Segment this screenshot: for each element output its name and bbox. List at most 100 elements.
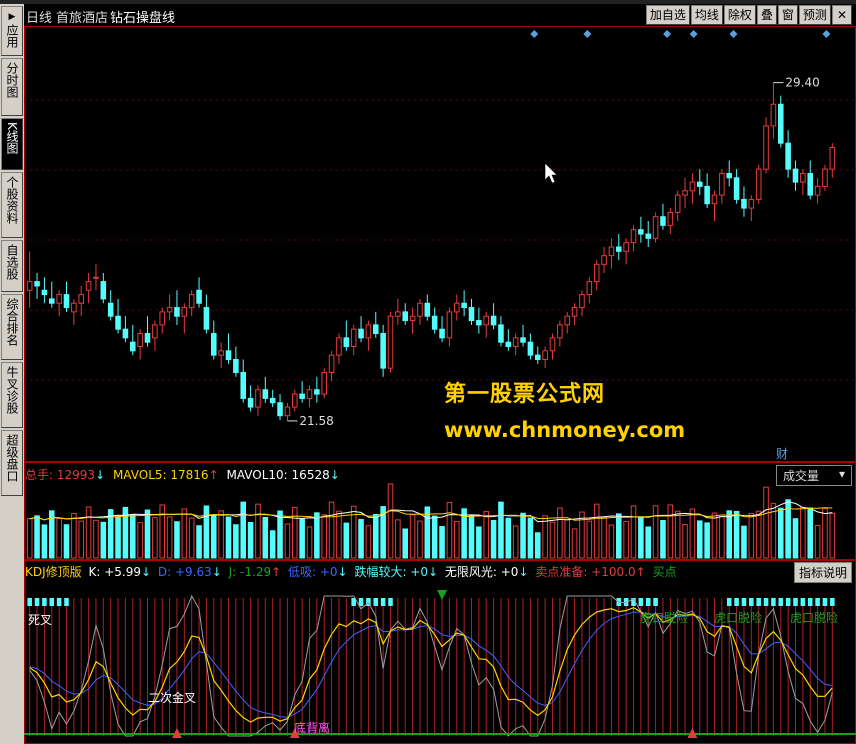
candle-body [100, 281, 107, 300]
volume-bar [56, 517, 62, 559]
volume-bar [196, 525, 202, 559]
side-tab-ranking[interactable]: 综合排名 [1, 294, 23, 360]
candle-body [210, 333, 217, 356]
volume-bar [638, 517, 644, 559]
candle-body [218, 350, 224, 356]
annotation-tiger-escape-1: 虎口脱险 [640, 610, 688, 625]
candle-body [660, 216, 666, 226]
volume-bar [159, 504, 166, 559]
side-tab-super-board[interactable]: 超级盘口 [1, 430, 23, 496]
kdj-top-block [388, 598, 393, 606]
candle-body [395, 311, 401, 317]
kdj-j-line [29, 594, 833, 737]
kdj-top-block [373, 598, 379, 606]
volume-bar [726, 510, 733, 559]
volume-bar [483, 510, 490, 559]
candle-body [542, 350, 548, 360]
candle-body [26, 281, 33, 291]
volume-bar [291, 506, 298, 559]
kdj-top-block [807, 598, 813, 606]
volume-bar [490, 519, 497, 559]
volume-bar [660, 519, 666, 559]
candle-body [380, 333, 386, 369]
candle-body [34, 281, 40, 287]
add-watchlist-button[interactable]: 加自选 [645, 5, 690, 25]
sell-arrow-icon [437, 590, 448, 600]
candle-body [446, 311, 453, 339]
candle-body [269, 397, 276, 404]
volume-bar [181, 508, 188, 559]
ex-rights-button[interactable]: 除权 [723, 5, 756, 25]
kdj-top-block [741, 598, 747, 606]
volume-bar [350, 505, 357, 559]
finance-marker: 财 [776, 447, 788, 461]
side-tab-diagnosis[interactable]: 牛叉诊股 [1, 362, 23, 428]
volume-bar [240, 501, 247, 559]
volume-bar [733, 510, 740, 559]
candle-body [498, 324, 504, 343]
kdj-top-block [756, 598, 761, 606]
volume-bar [645, 526, 652, 559]
candle-body [689, 181, 696, 192]
overlay-button[interactable]: 叠 [756, 5, 777, 25]
candle-body [630, 229, 637, 244]
kdj-top-block [64, 598, 69, 606]
annotation-bottom-divergence: 底背离 [294, 720, 330, 735]
volume-bar [601, 516, 607, 559]
side-tab-intraday[interactable]: 分时图 [1, 58, 23, 116]
volume-bar [188, 517, 195, 559]
moving-average-button[interactable]: 均线 [690, 5, 723, 25]
candle-body [56, 294, 62, 304]
volume-bar [269, 530, 276, 559]
side-tab-kline[interactable]: K线图 [1, 118, 23, 170]
volume-bar [71, 512, 77, 559]
volume-bar [630, 505, 637, 559]
candle-body [652, 216, 659, 239]
volume-bar [129, 514, 136, 559]
candle-body [741, 198, 747, 209]
close-icon[interactable]: ✕ [831, 5, 852, 25]
kdj-top-block [822, 598, 828, 606]
volume-bar [417, 520, 423, 559]
window-button[interactable]: 窗 [777, 5, 798, 25]
volume-bar [696, 520, 703, 559]
candle-body [48, 298, 55, 304]
kdj-j-value: J: -1.29 [228, 565, 272, 579]
volume-bar [652, 505, 659, 559]
volume-bar [689, 508, 696, 559]
candle-body [453, 302, 460, 313]
period-label[interactable]: 日线 [26, 7, 52, 26]
chevron-down-icon: ▾ [838, 467, 845, 481]
indicator-name: 钻石操盘线 [110, 11, 176, 26]
candle-body [387, 315, 394, 369]
volume-bar [579, 511, 585, 559]
volume-bar [225, 516, 232, 559]
candlestick-chart[interactable]: 29.40 21.58 财 [24, 26, 856, 462]
volume-bar [314, 512, 320, 559]
candle-body [358, 328, 364, 339]
side-tab-stock-info[interactable]: 个股资料 [1, 172, 23, 238]
side-tab-label: 个股资料 [5, 176, 19, 224]
side-tab-apps[interactable]: ▶ 应用 [1, 6, 23, 56]
volume-bar [564, 519, 571, 559]
candle-body [586, 281, 593, 296]
forecast-button[interactable]: 预测 [798, 5, 831, 25]
side-tab-watchlist[interactable]: 自选股 [1, 240, 23, 292]
candle-body [152, 324, 158, 339]
volume-bar [763, 486, 769, 559]
candle-body [402, 311, 409, 322]
candle-body [719, 172, 725, 196]
volume-bar [100, 521, 107, 559]
candle-body [829, 147, 836, 170]
volume-bar [336, 510, 342, 559]
volume-bar [593, 503, 600, 559]
candle-body [277, 402, 283, 417]
candle-body [225, 350, 232, 360]
watermark-cn: 第一股票公式网 [444, 382, 606, 407]
volume-bar [247, 522, 254, 559]
volume-bar [284, 523, 291, 559]
candle-body [174, 307, 180, 317]
candle-body [107, 302, 114, 317]
volume-bar [277, 510, 283, 559]
price-high-label: 29.40 [785, 76, 819, 90]
